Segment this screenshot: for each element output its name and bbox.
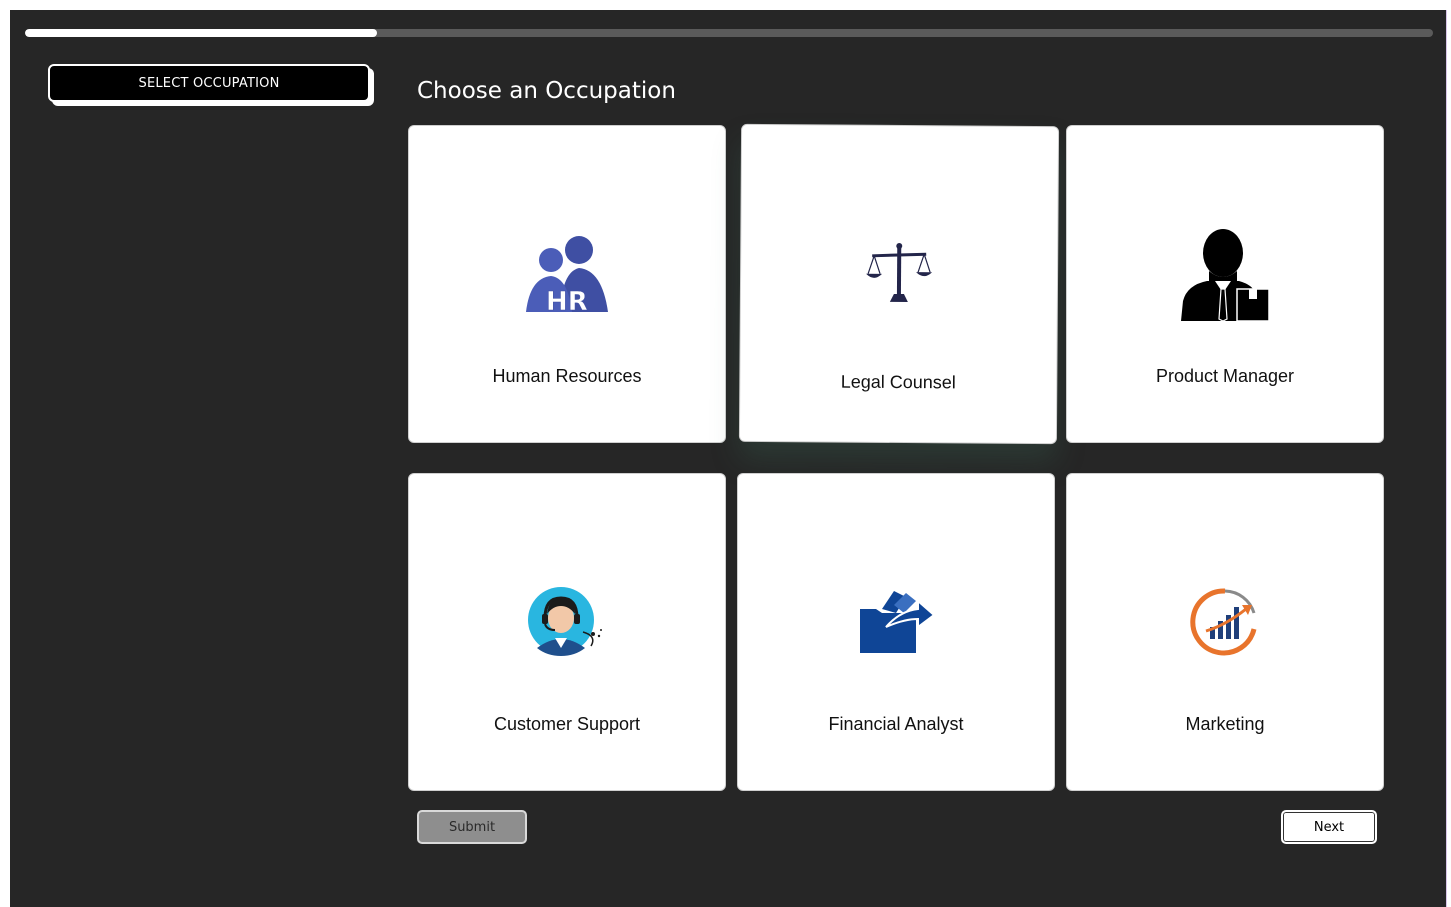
occupation-card-label: Customer Support (493, 714, 641, 734)
occupation-card-label: Marketing (1185, 714, 1265, 734)
occupation-card-product-manager[interactable]: Product Manager (1066, 125, 1384, 443)
submit-button[interactable]: Submit (417, 810, 527, 844)
progress-bar-fill (25, 29, 377, 37)
occupation-card-label: Legal Counsel (840, 371, 956, 393)
scales-of-justice-icon (849, 224, 950, 325)
growth-chart-icon (1175, 572, 1275, 672)
svg-text:HR: HR (546, 287, 588, 314)
occupation-card-label: Financial Analyst (828, 714, 964, 734)
progress-bar (25, 29, 1433, 37)
step-select-occupation[interactable]: SELECT OCCUPATION (48, 64, 370, 102)
hr-people-icon: HR (517, 224, 617, 324)
step-label: SELECT OCCUPATION (138, 75, 280, 91)
support-agent-headset-icon (517, 572, 617, 672)
page-title: Choose an Occupation (417, 78, 676, 104)
occupation-card-legal-counsel[interactable]: Legal Counsel (738, 123, 1060, 445)
app-window: SELECT OCCUPATION Choose an Occupation H… (10, 10, 1447, 907)
occupation-card-label: Human Resources (492, 366, 642, 386)
occupation-card-marketing[interactable]: Marketing (1066, 473, 1384, 791)
next-button[interactable]: Next (1281, 810, 1377, 844)
occupation-card-human-resources[interactable]: HR Human Resources (408, 125, 726, 443)
folder-arrow-icon (846, 572, 946, 672)
occupation-card-financial-analyst[interactable]: Financial Analyst (737, 473, 1055, 791)
businessman-with-box-icon (1175, 224, 1275, 324)
occupation-card-label: Product Manager (1155, 366, 1295, 386)
occupation-card-customer-support[interactable]: Customer Support (408, 473, 726, 791)
